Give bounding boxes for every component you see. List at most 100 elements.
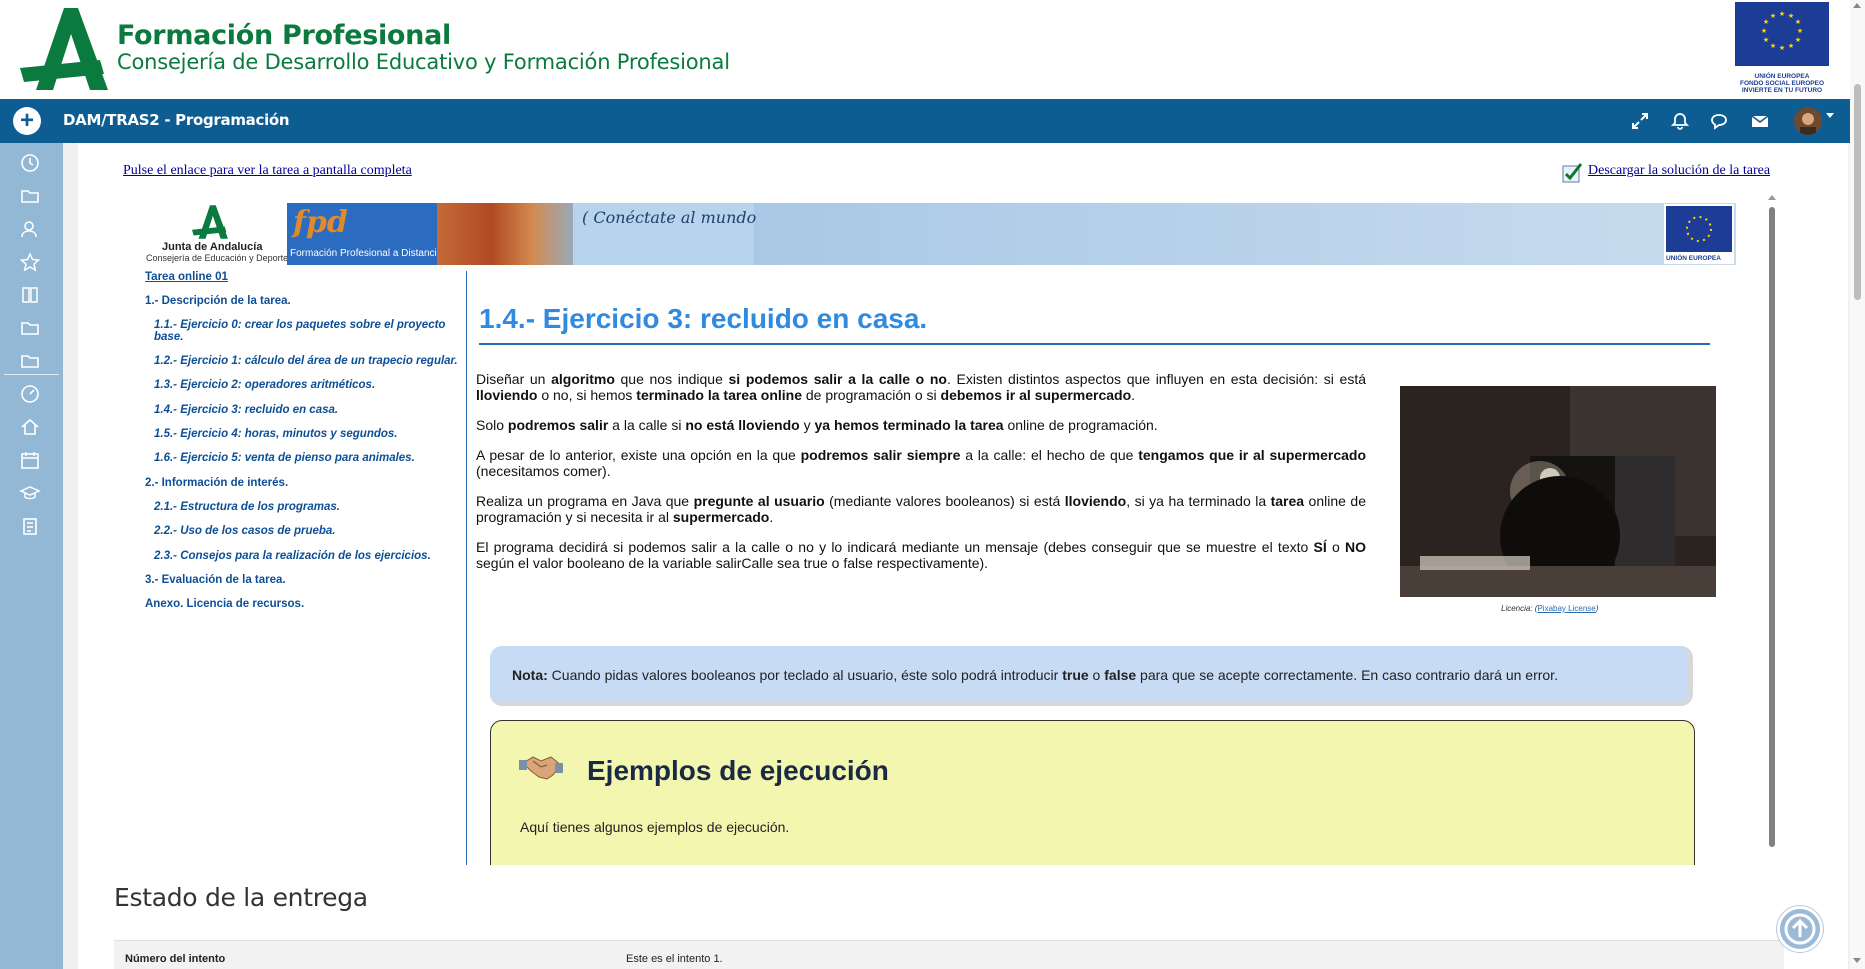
- note-text: Nota: Cuando pidas valores booleanos por…: [512, 667, 1558, 683]
- toc-item-continuation[interactable]: base.: [154, 331, 183, 343]
- star-icon[interactable]: [19, 251, 41, 273]
- fpd-logo: fpd: [293, 205, 348, 240]
- toc-title-link[interactable]: Tarea online 01: [145, 271, 228, 283]
- clipboard-icon[interactable]: [19, 515, 41, 537]
- paragraph-3: A pesar de lo anterior, existe una opció…: [476, 447, 1366, 479]
- eu-line-1: UNIÓN EUROPEA: [1754, 73, 1810, 80]
- header-banner: Junta de Andalucía Consejería de Educaci…: [144, 203, 1736, 265]
- note-text-part: Cuando pidas valores booleanos por tecla…: [547, 667, 1063, 683]
- eu-fund-text: UNIÓN EUROPEA FONDO SOCIAL EUROPEO INVIE…: [1734, 73, 1830, 94]
- text-run: A pesar de lo anterior, existe una opció…: [476, 447, 801, 463]
- graduation-cap-icon[interactable]: [19, 482, 41, 504]
- expand-icon[interactable]: [1630, 111, 1650, 131]
- bold-text: tengamos que ir al supermercado: [1138, 447, 1366, 463]
- gauge-icon[interactable]: [19, 383, 41, 405]
- bell-icon[interactable]: [1670, 111, 1690, 131]
- toc-item[interactable]: 1.- Descripción de la tarea.: [145, 295, 291, 307]
- frame-scroll-thumb[interactable]: [1769, 207, 1775, 847]
- junta-andalucia-logo[interactable]: [20, 8, 108, 90]
- toc-item[interactable]: 2.3.- Consejos para la realización de lo…: [154, 550, 431, 562]
- bold-text: tarea: [1270, 493, 1305, 509]
- paragraph-5: El programa decidirá si podemos salir a …: [476, 539, 1366, 571]
- eu-line-2: FONDO SOCIAL EUROPEO: [1739, 80, 1825, 87]
- paragraph-1: Diseñar un algoritmo que nos indique si …: [476, 371, 1366, 403]
- junta-name: Junta de Andalucía: [162, 241, 263, 253]
- toc-item[interactable]: 3.- Evaluación de la tarea.: [145, 574, 286, 586]
- folder-icon[interactable]: [19, 317, 41, 339]
- eu-flag-icon: ★ ★★★ ★★★★ ★★★★: [1735, 2, 1829, 66]
- frame-scroll-up-icon[interactable]: [1768, 195, 1776, 200]
- svg-text:★: ★: [1795, 36, 1801, 44]
- title-underline: [479, 343, 1710, 345]
- article-body: Diseñar un algoritmo que nos indique si …: [476, 371, 1366, 585]
- user-menu-caret-icon[interactable]: [1826, 113, 1834, 118]
- article-title: 1.4.- Ejercicio 3: recluido en casa.: [479, 303, 928, 334]
- fpd-text: Formación Profesional a Distancia: [290, 248, 443, 259]
- drawer-toggle-button[interactable]: +: [13, 107, 41, 135]
- task-content-frame: Junta de Andalucía Consejería de Educaci…: [144, 203, 1778, 865]
- toc-item[interactable]: 2.- Información de interés.: [145, 477, 288, 489]
- eu-line-3: INVIERTE EN TU FUTURO: [1741, 87, 1823, 94]
- mail-icon[interactable]: [1750, 111, 1770, 131]
- fullscreen-link[interactable]: Pulse el enlace para ver la tarea a pant…: [123, 163, 412, 179]
- eu-fund-logo: ★ ★ ★ ★ ★ ★ ★ ★ ★ ★ ★ ★ UNIÓN EUROPEA FONDO SOCIA…: [1734, 2, 1830, 94]
- text-run: online de programación.: [1003, 417, 1158, 433]
- page-scroll-up-icon[interactable]: [1853, 3, 1861, 8]
- bold-text: ya hemos terminado la tarea: [814, 417, 1004, 433]
- clock-icon[interactable]: [19, 152, 41, 174]
- pixabay-license-link[interactable]: Pixabay License: [1537, 604, 1595, 613]
- toc-item[interactable]: 1.6.- Ejercicio 5: venta de pienso para …: [154, 452, 415, 464]
- toc-item[interactable]: 1.5.- Ejercicio 4: horas, minutos y segu…: [154, 428, 397, 440]
- banner-junta-logo: Junta de Andalucía Consejería de Educaci…: [144, 203, 288, 265]
- note-text-part: o: [1088, 667, 1105, 683]
- eu-flag-icon: [1666, 206, 1732, 252]
- back-to-top-button[interactable]: [1777, 906, 1823, 952]
- page-scroll-thumb[interactable]: [1854, 84, 1861, 300]
- note-label: Nota:: [512, 667, 548, 683]
- caption-prefix: Licencia: (: [1501, 604, 1538, 613]
- text-run: , si ya ha terminado la: [1126, 493, 1271, 509]
- submission-status-heading: Estado de la entrega: [114, 883, 368, 912]
- submission-attempt-row: Número del intento Este es el intento 1.: [114, 940, 1784, 969]
- user-avatar[interactable]: [1794, 107, 1822, 135]
- text-run: .: [769, 509, 774, 525]
- folder-icon[interactable]: [19, 350, 41, 372]
- svg-text:★: ★: [1761, 27, 1767, 35]
- text-run: . Existen distintos aspectos que influye…: [946, 371, 1367, 387]
- page-scroll-down-icon[interactable]: [1853, 958, 1861, 963]
- banner-eu-label: UNIÓN EUROPEA: [1666, 255, 1721, 262]
- users-icon[interactable]: [19, 218, 41, 240]
- text-run: El programa decidirá si podemos salir a …: [476, 539, 1314, 555]
- bold-text: algoritmo: [551, 371, 615, 387]
- toc-item[interactable]: 1.1.- Ejercicio 0: crear los paquetes so…: [154, 319, 445, 331]
- toc-item-current[interactable]: 1.4.- Ejercicio 3: recluido en casa.: [154, 404, 338, 416]
- calendar-icon[interactable]: [19, 449, 41, 471]
- toc-item[interactable]: 2.1.- Estructura de los programas.: [154, 501, 340, 513]
- bold-text: no está lloviendo: [685, 417, 800, 433]
- toc-item[interactable]: 1.3.- Ejercicio 2: operadores aritmético…: [154, 379, 375, 391]
- download-check-icon[interactable]: [1561, 160, 1583, 184]
- page-scrollbar[interactable]: [1850, 0, 1865, 969]
- toc-item[interactable]: 1.2.- Ejercicio 1: cálculo del área de u…: [154, 355, 458, 367]
- text-run: (mediante valores booleanos) si está: [824, 493, 1065, 509]
- examples-title: Ejemplos de ejecución: [587, 755, 889, 786]
- text-run: de programación o si: [802, 387, 941, 403]
- frame-scrollbar[interactable]: [1766, 195, 1778, 865]
- home-icon[interactable]: [19, 416, 41, 438]
- toc-item[interactable]: 2.2.- Uso de los casos de prueba.: [154, 525, 336, 537]
- chat-icon[interactable]: [1709, 111, 1729, 131]
- toc-divider: [466, 271, 467, 865]
- folder-icon[interactable]: [19, 185, 41, 207]
- svg-text:★: ★: [1788, 12, 1794, 20]
- bold-text: supermercado: [672, 509, 770, 525]
- toc-item[interactable]: Anexo. Licencia de recursos.: [145, 598, 304, 610]
- svg-text:★: ★: [1763, 18, 1769, 26]
- bold-text: debemos ir al supermercado: [940, 387, 1132, 403]
- book-icon[interactable]: [19, 284, 41, 306]
- course-title[interactable]: DAM/TRAS2 - Programación: [63, 111, 290, 129]
- handshake-icon: [519, 756, 563, 780]
- bold-text: SÍ: [1313, 539, 1327, 555]
- svg-text:★: ★: [1763, 36, 1769, 44]
- svg-text:★: ★: [1795, 18, 1801, 26]
- download-solution-link[interactable]: Descargar la solución de la tarea: [1588, 163, 1770, 179]
